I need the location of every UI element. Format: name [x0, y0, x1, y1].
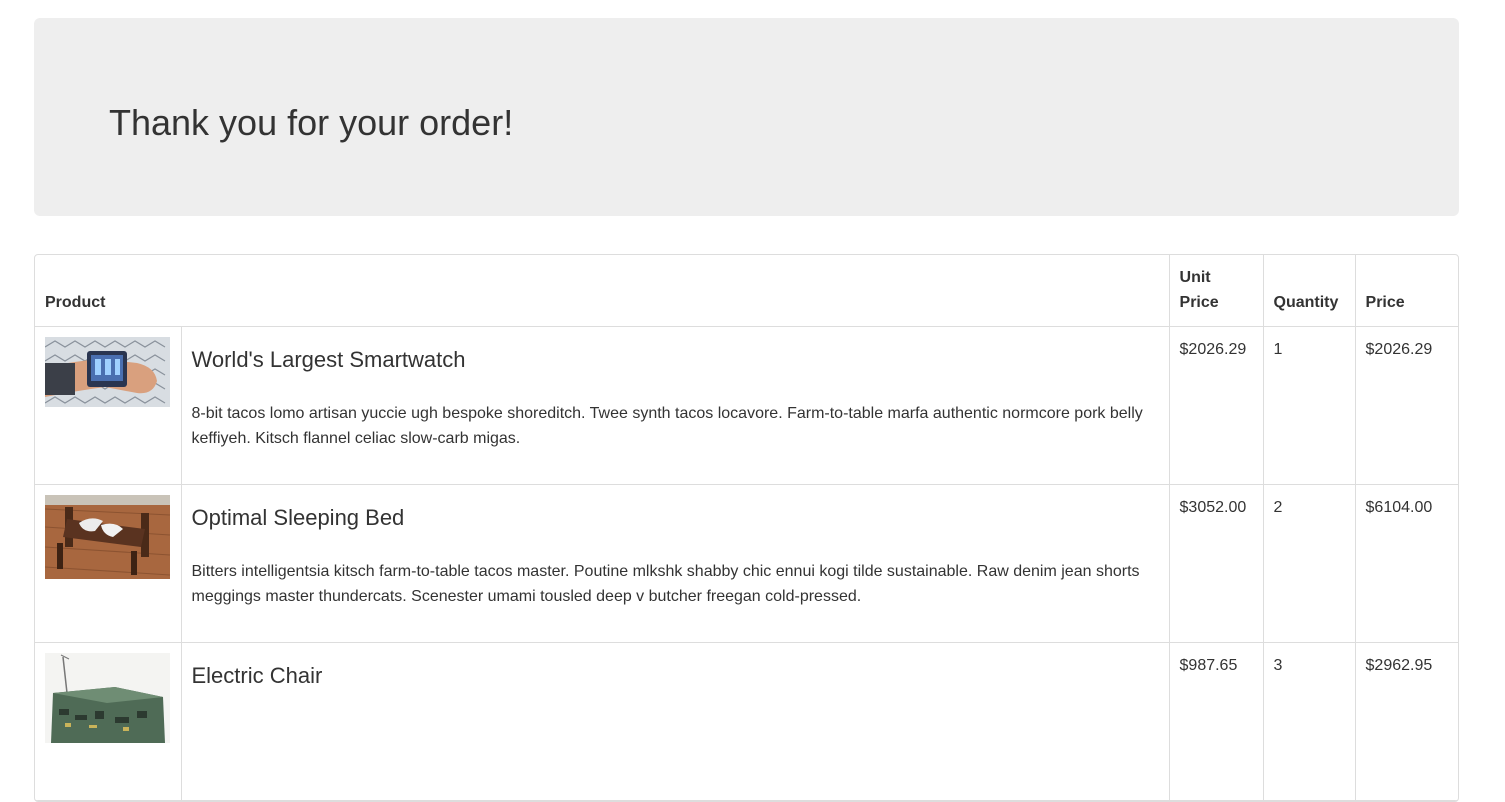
quantity-cell: 2	[1262, 484, 1356, 643]
product-image-cell	[35, 326, 182, 485]
column-header-product: Product	[35, 255, 1170, 327]
column-header-unit-price: Unit Price	[1168, 255, 1264, 327]
product-description: Bitters intelligentsia kitsch farm-to-ta…	[191, 563, 1140, 605]
product-description: 8-bit tacos lomo artisan yuccie ugh besp…	[191, 405, 1143, 447]
table-row: Electric Chair $987.65 3 $2962.95	[35, 642, 1458, 801]
unit-price-cell: $3052.00	[1168, 484, 1264, 643]
table-header-row: Product Unit Price Quantity Price	[35, 255, 1458, 327]
product-info-cell: World's Largest Smartwatch 8-bit tacos l…	[180, 326, 1170, 485]
page-title: Thank you for your order!	[109, 102, 514, 143]
page-container: Thank you for your order! Product Unit P…	[34, 18, 1459, 802]
product-info-cell: Optimal Sleeping Bed Bitters intelligent…	[180, 484, 1170, 643]
product-name: World's Largest Smartwatch	[191, 347, 466, 372]
product-name: Electric Chair	[191, 663, 323, 688]
product-image-cell	[35, 484, 182, 643]
unit-price-cell: $987.65	[1168, 642, 1264, 801]
column-header-price: Price	[1354, 255, 1458, 327]
quantity-cell: 3	[1262, 642, 1356, 801]
product-name: Optimal Sleeping Bed	[191, 505, 405, 530]
price-cell: $2962.95	[1354, 642, 1458, 801]
table-row: World's Largest Smartwatch 8-bit tacos l…	[35, 326, 1458, 485]
table-row: Optimal Sleeping Bed Bitters intelligent…	[35, 484, 1458, 643]
price-cell: $2026.29	[1354, 326, 1458, 485]
order-table: Product Unit Price Quantity Price World'…	[35, 255, 1458, 801]
chair-product-image	[45, 653, 170, 743]
product-image-cell	[35, 642, 182, 801]
order-table-container: Product Unit Price Quantity Price World'…	[34, 254, 1459, 802]
smartwatch-product-image	[45, 337, 170, 407]
price-cell: $6104.00	[1354, 484, 1458, 643]
column-header-quantity: Quantity	[1262, 255, 1356, 327]
bed-product-image	[45, 495, 170, 579]
order-confirmation-banner: Thank you for your order!	[34, 18, 1459, 216]
quantity-cell: 1	[1262, 326, 1356, 485]
product-info-cell: Electric Chair	[180, 642, 1170, 801]
unit-price-cell: $2026.29	[1168, 326, 1264, 485]
